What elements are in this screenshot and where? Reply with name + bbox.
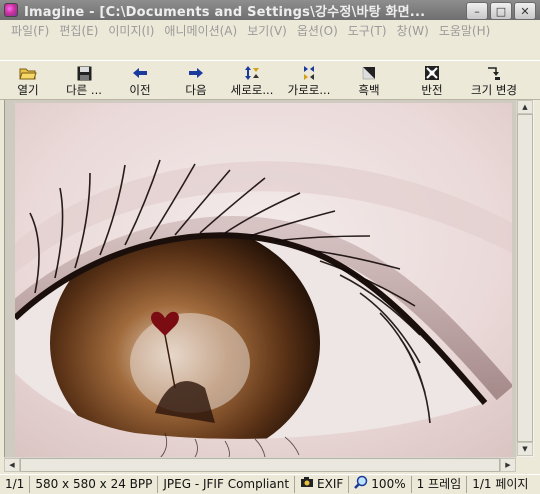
flip-vertical-label: 세로로... — [230, 83, 274, 97]
invert-label: 반전 — [421, 83, 443, 97]
exif-camera-icon — [300, 476, 314, 493]
status-dimensions: 580 x 580 x 24 BPP — [30, 476, 159, 493]
menu-image[interactable]: 이미지(I) — [103, 22, 159, 40]
horizontal-scroll-thumb[interactable] — [20, 458, 500, 472]
menu-animation[interactable]: 애니메이션(A) — [159, 22, 242, 40]
previous-button[interactable]: 이전 — [112, 61, 168, 99]
scroll-left-button[interactable]: ◀ — [4, 458, 20, 472]
grayscale-icon — [360, 65, 378, 81]
status-page: 1/1 — [0, 476, 31, 493]
scroll-up-icon: ▲ — [522, 103, 528, 111]
status-zoom-value: 100% — [371, 477, 406, 491]
invert-icon — [423, 65, 441, 81]
arrow-right-icon — [187, 65, 205, 81]
next-button[interactable]: 다음 — [168, 61, 224, 99]
app-logo-icon — [4, 3, 18, 17]
image-viewport[interactable] — [4, 100, 517, 457]
menu-bar: 파일(F) 편집(E) 이미지(I) 애니메이션(A) 보기(V) 옵션(O) … — [0, 20, 540, 60]
flip-vertical-icon — [243, 65, 261, 81]
flip-horizontal-button[interactable]: 가로로... — [280, 61, 338, 99]
title-bar[interactable]: Imagine - [C:\Documents and Settings\강수정… — [0, 0, 540, 20]
close-icon: ✕ — [520, 4, 530, 18]
flip-vertical-button[interactable]: 세로로... — [224, 61, 280, 99]
maximize-button[interactable]: □ — [490, 2, 512, 20]
flip-horizontal-label: 가로로... — [287, 83, 331, 97]
save-disk-icon — [75, 65, 93, 81]
scroll-down-button[interactable]: ▼ — [517, 442, 533, 456]
menu-tools[interactable]: 도구(T) — [343, 22, 392, 40]
size-grip[interactable] — [516, 457, 534, 472]
status-frames: 1 프레임 — [412, 476, 468, 493]
arrow-left-icon — [131, 65, 149, 81]
scroll-down-icon: ▼ — [522, 445, 528, 453]
grayscale-button[interactable]: 흑백 — [338, 61, 400, 99]
scroll-right-button[interactable]: ▶ — [500, 458, 516, 472]
resize-button[interactable]: 크기 변경 — [464, 61, 524, 99]
menu-options[interactable]: 옵션(O) — [292, 22, 343, 40]
eye-image — [15, 103, 512, 457]
menu-help[interactable]: 도움말(H) — [434, 22, 496, 40]
scroll-left-icon: ◀ — [9, 461, 15, 469]
grayscale-label: 흑백 — [358, 83, 380, 97]
invert-button[interactable]: 반전 — [400, 61, 464, 99]
status-pages: 1/1 페이지 — [472, 477, 529, 491]
status-exif[interactable]: EXIF — [295, 476, 350, 493]
eye-photo — [15, 103, 512, 457]
menu-edit[interactable]: 편집(E) — [54, 22, 103, 40]
previous-label: 이전 — [129, 83, 151, 97]
scroll-right-icon: ▶ — [505, 461, 511, 469]
open-label: 열기 — [17, 83, 39, 97]
status-bar: 1/1 580 x 580 x 24 BPP JPEG - JFIF Compl… — [0, 474, 540, 494]
save-as-label: 다른 ... — [66, 83, 102, 97]
menu-view[interactable]: 보기(V) — [242, 22, 292, 40]
maximize-icon: □ — [495, 4, 507, 18]
status-format: JPEG - JFIF Compliant — [158, 476, 296, 493]
magnifier-icon — [354, 475, 368, 494]
open-button[interactable]: 열기 — [0, 61, 56, 99]
close-button[interactable]: ✕ — [514, 2, 536, 20]
next-label: 다음 — [185, 83, 207, 97]
window-controls: – □ ✕ — [466, 2, 536, 20]
horizontal-scrollbar[interactable]: ◀ ▶ — [4, 457, 516, 472]
resize-label: 크기 변경 — [471, 83, 517, 97]
resize-icon — [485, 65, 503, 81]
minimize-icon: – — [474, 4, 480, 18]
app-window: Imagine - [C:\Documents and Settings\강수정… — [0, 0, 540, 494]
menu-file[interactable]: 파일(F) — [6, 22, 54, 40]
save-as-button[interactable]: 다른 ... — [56, 61, 112, 99]
scroll-up-button[interactable]: ▲ — [517, 100, 533, 114]
flip-horizontal-icon — [300, 65, 318, 81]
window-title: Imagine - [C:\Documents and Settings\강수정… — [24, 4, 426, 20]
vertical-scrollbar[interactable]: ▲ ▼ — [516, 100, 534, 457]
status-zoom[interactable]: 100% — [349, 475, 412, 494]
vertical-scroll-thumb[interactable] — [517, 114, 533, 442]
minimize-button[interactable]: – — [466, 2, 488, 20]
open-folder-icon — [19, 65, 37, 81]
toolbar: 열기 다른 ... 이전 다음 세로로... 가로로... 흑백 반전 크기 변… — [0, 60, 540, 100]
status-exif-label: EXIF — [317, 477, 344, 491]
menu-window[interactable]: 창(W) — [392, 22, 434, 40]
